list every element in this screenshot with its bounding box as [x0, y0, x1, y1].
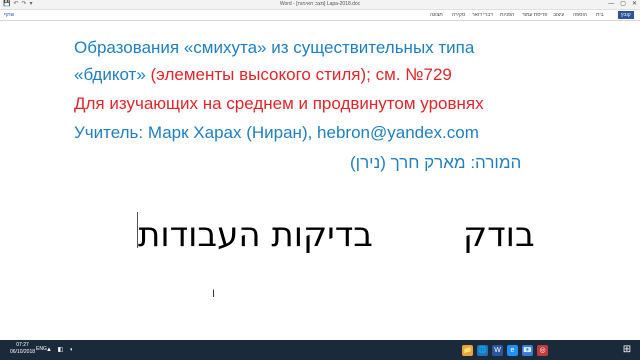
window-controls: — ▢ ✕: [608, 0, 637, 9]
edge-icon[interactable]: e: [507, 344, 518, 356]
browser-icon[interactable]: 🌐: [477, 344, 488, 356]
doc-heading-checker: בודק: [463, 215, 535, 255]
tab-references[interactable]: הפניות: [500, 11, 514, 19]
tab-file[interactable]: קובץ: [618, 11, 634, 19]
tab-design[interactable]: עיצוב: [553, 11, 564, 19]
doc-line-title: Образования «смихута» из существительных…: [74, 38, 475, 57]
doc-line-audience: Для изучающих на среднем и продвинутом у…: [74, 94, 484, 113]
doc-line-subtitle: «бдикот» (элементы высокого стиля); см. …: [74, 65, 452, 85]
minimize-button[interactable]: —: [608, 0, 614, 9]
tab-view[interactable]: תצוגה: [430, 11, 443, 19]
doc-note: (элементы высокого стиля); см. №729: [145, 65, 452, 84]
clock-time: 07:27: [16, 342, 29, 348]
text-caret: [137, 212, 138, 248]
doc-term: «бдикот»: [74, 65, 146, 84]
taskbar-clock[interactable]: 07:27 06/10/2018: [10, 342, 35, 356]
taskbar: 07:27 06/10/2018 ENG ▲ ◧ ◑ 📁 🌐 W e 📧 ◎ ⊞: [0, 340, 640, 360]
maximize-button[interactable]: ▢: [620, 0, 626, 9]
doc-line-teacher-hebrew: המורה: מארק חרך (נירן): [350, 153, 522, 172]
taskbar-apps: 📁 🌐 W e 📧 ◎: [462, 340, 548, 360]
clock-date: 06/10/2018: [10, 349, 36, 355]
word-icon[interactable]: W: [492, 344, 503, 356]
title-bar: 💾 ↶ ↷ ▾ Word - [מצב תאימות] Lapa-2018.do…: [0, 0, 640, 10]
doc-heading-checks: בדיקות העבודות: [138, 215, 373, 255]
ibeam-cursor-icon: I: [212, 288, 216, 300]
tab-insert[interactable]: הוספה: [573, 11, 587, 19]
system-tray-icons[interactable]: ▲ ◧ ◑: [46, 346, 75, 353]
tab-mailings[interactable]: דברי דואר: [472, 11, 493, 19]
document-page[interactable]: Образования «смихута» из существительных…: [0, 21, 640, 340]
share-button[interactable]: שתף: [4, 11, 14, 19]
window-title: Word - [מצב תאימות] Lapa-2018.doc: [279, 1, 361, 7]
tab-review[interactable]: סקירה: [452, 11, 465, 19]
ribbon-tabs: שתף קובץ בית הוספה עיצוב פריסת עמוד הפני…: [0, 10, 640, 21]
doc-line-teacher: Учитель: Марк Харах (Ниран), hebron@yand…: [74, 123, 479, 142]
file-explorer-icon[interactable]: 📁: [462, 344, 473, 356]
mail-icon[interactable]: 📧: [522, 344, 533, 356]
windows-icon[interactable]: ⊞: [614, 340, 640, 360]
tab-layout[interactable]: פריסת עמוד: [522, 11, 547, 19]
tab-home[interactable]: בית: [596, 11, 604, 19]
close-button[interactable]: ✕: [632, 0, 637, 9]
app-icon[interactable]: ◎: [537, 344, 548, 356]
